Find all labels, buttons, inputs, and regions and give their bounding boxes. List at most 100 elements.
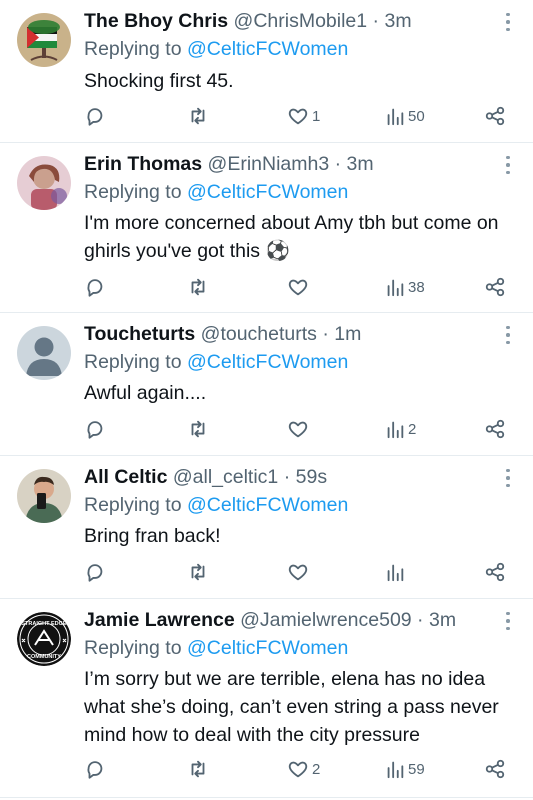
tweet-actions <box>0 560 533 584</box>
views-count: 38 <box>408 278 425 296</box>
tweet-text: I’m sorry but we are terrible, elena has… <box>84 668 499 746</box>
author-name[interactable]: Jamie Lawrence <box>84 609 235 631</box>
share-button[interactable] <box>484 417 506 441</box>
timestamp[interactable]: 3m <box>347 153 374 175</box>
author-handle[interactable]: @Jamielwrence509 <box>240 609 412 631</box>
views-button[interactable]: 50 <box>385 104 425 128</box>
reply-icon <box>87 564 103 582</box>
retweet-icon <box>191 107 205 125</box>
tweet-header: Jamie Lawrence @Jamielwrence509 · 3m <box>84 609 457 631</box>
retweet-icon <box>191 563 205 581</box>
author-name[interactable]: Toucheturts <box>84 323 195 345</box>
timestamp[interactable]: 1m <box>334 323 361 345</box>
more-options-icon[interactable] <box>501 10 515 34</box>
share-button[interactable] <box>484 757 506 781</box>
reply-button[interactable] <box>84 104 106 128</box>
tweet-text: I'm more concerned about Amy tbh but com… <box>84 212 499 262</box>
author-handle[interactable]: @toucheturts <box>201 323 317 345</box>
heart-icon <box>288 279 308 296</box>
reply-button[interactable] <box>84 757 106 781</box>
views-button[interactable]: 2 <box>385 417 416 441</box>
tweet-header: Toucheturts @toucheturts · 1m <box>84 323 362 345</box>
tweet[interactable]: Erin Thomas @ErinNiamh3 · 3m Replying to… <box>0 143 533 313</box>
author-handle[interactable]: @ErinNiamh3 <box>208 153 330 175</box>
replying-to: Replying to @CelticFCWomen <box>84 38 349 60</box>
like-button[interactable] <box>287 417 312 441</box>
heart-icon <box>288 564 308 581</box>
share-icon <box>485 277 505 297</box>
views-button[interactable]: 59 <box>385 757 425 781</box>
retweet-button[interactable] <box>186 104 210 128</box>
retweet-icon <box>191 420 205 438</box>
reply-to-handle[interactable]: @CelticFCWomen <box>187 494 348 516</box>
tweet-actions: 1 50 <box>0 104 533 128</box>
tweet-actions: 2 59 <box>0 757 533 781</box>
reply-button[interactable] <box>84 275 106 299</box>
share-icon <box>485 562 505 582</box>
like-button[interactable] <box>287 275 312 299</box>
heart-icon <box>288 761 308 778</box>
reply-icon <box>87 421 103 439</box>
more-options-icon[interactable] <box>501 323 515 347</box>
reply-to-handle[interactable]: @CelticFCWomen <box>187 181 348 203</box>
svg-text:STRAIGHT EDGE: STRAIGHT EDGE <box>21 621 67 627</box>
selfie-avatar[interactable] <box>17 469 71 523</box>
share-icon <box>485 106 505 126</box>
tweet[interactable]: All Celtic @all_celtic1 · 59s Replying t… <box>0 456 533 599</box>
reply-button[interactable] <box>84 417 106 441</box>
author-handle[interactable]: @ChrisMobile1 <box>234 10 368 32</box>
author-name[interactable]: All Celtic <box>84 466 167 488</box>
default-avatar[interactable] <box>17 326 71 380</box>
tweet-actions: 2 <box>0 417 533 441</box>
retweet-button[interactable] <box>186 757 210 781</box>
views-chart-icon <box>387 108 404 126</box>
views-count: 50 <box>408 107 425 125</box>
views-button[interactable]: 38 <box>385 275 425 299</box>
more-options-icon[interactable] <box>501 153 515 177</box>
like-button[interactable] <box>287 560 312 584</box>
retweet-button[interactable] <box>186 275 210 299</box>
tweet[interactable]: Toucheturts @toucheturts · 1m Replying t… <box>0 313 533 456</box>
retweet-icon <box>191 760 205 778</box>
tweet[interactable]: STRAIGHT EDGE COMMUNITY Jamie Lawrence @… <box>0 599 533 798</box>
share-button[interactable] <box>484 275 506 299</box>
retweet-button[interactable] <box>186 560 210 584</box>
author-name[interactable]: The Bhoy Chris <box>84 10 228 32</box>
heart-icon <box>288 108 308 125</box>
like-button[interactable]: 1 <box>287 104 320 128</box>
replying-to: Replying to @CelticFCWomen <box>84 494 349 516</box>
retweet-button[interactable] <box>186 417 210 441</box>
views-chart-icon <box>387 564 404 582</box>
share-button[interactable] <box>484 104 506 128</box>
straight-edge-community-logo[interactable]: STRAIGHT EDGE COMMUNITY <box>17 612 71 666</box>
tweet-text: Awful again.... <box>84 382 207 404</box>
more-options-icon[interactable] <box>501 466 515 490</box>
timestamp[interactable]: 3m <box>384 10 411 32</box>
share-button[interactable] <box>484 560 506 584</box>
reply-button[interactable] <box>84 560 106 584</box>
timestamp[interactable]: 59s <box>296 466 327 488</box>
like-count: 1 <box>312 107 321 125</box>
replying-to: Replying to @CelticFCWomen <box>84 637 349 659</box>
like-button[interactable]: 2 <box>287 757 320 781</box>
author-handle[interactable]: @all_celtic1 <box>173 466 278 488</box>
palestine-flag-tree-avatar[interactable] <box>17 13 71 67</box>
more-options-icon[interactable] <box>501 609 515 633</box>
views-count: 2 <box>408 420 417 438</box>
heart-icon <box>288 421 308 438</box>
timestamp[interactable]: 3m <box>429 609 456 631</box>
tweet[interactable]: The Bhoy Chris @ChrisMobile1 · 3m Replyi… <box>0 0 533 143</box>
share-icon <box>485 759 505 779</box>
reply-to-handle[interactable]: @CelticFCWomen <box>187 351 348 373</box>
photo-avatar[interactable] <box>17 156 71 210</box>
reply-to-handle[interactable]: @CelticFCWomen <box>187 38 348 60</box>
author-name[interactable]: Erin Thomas <box>84 153 202 175</box>
reply-to-handle[interactable]: @CelticFCWomen <box>187 637 348 659</box>
views-chart-icon <box>387 761 404 779</box>
tweet-header: Erin Thomas @ErinNiamh3 · 3m <box>84 153 374 175</box>
views-button[interactable] <box>385 560 408 584</box>
share-icon <box>485 419 505 439</box>
views-chart-icon <box>387 421 404 439</box>
like-count: 2 <box>312 760 321 778</box>
views-count: 59 <box>408 760 425 778</box>
